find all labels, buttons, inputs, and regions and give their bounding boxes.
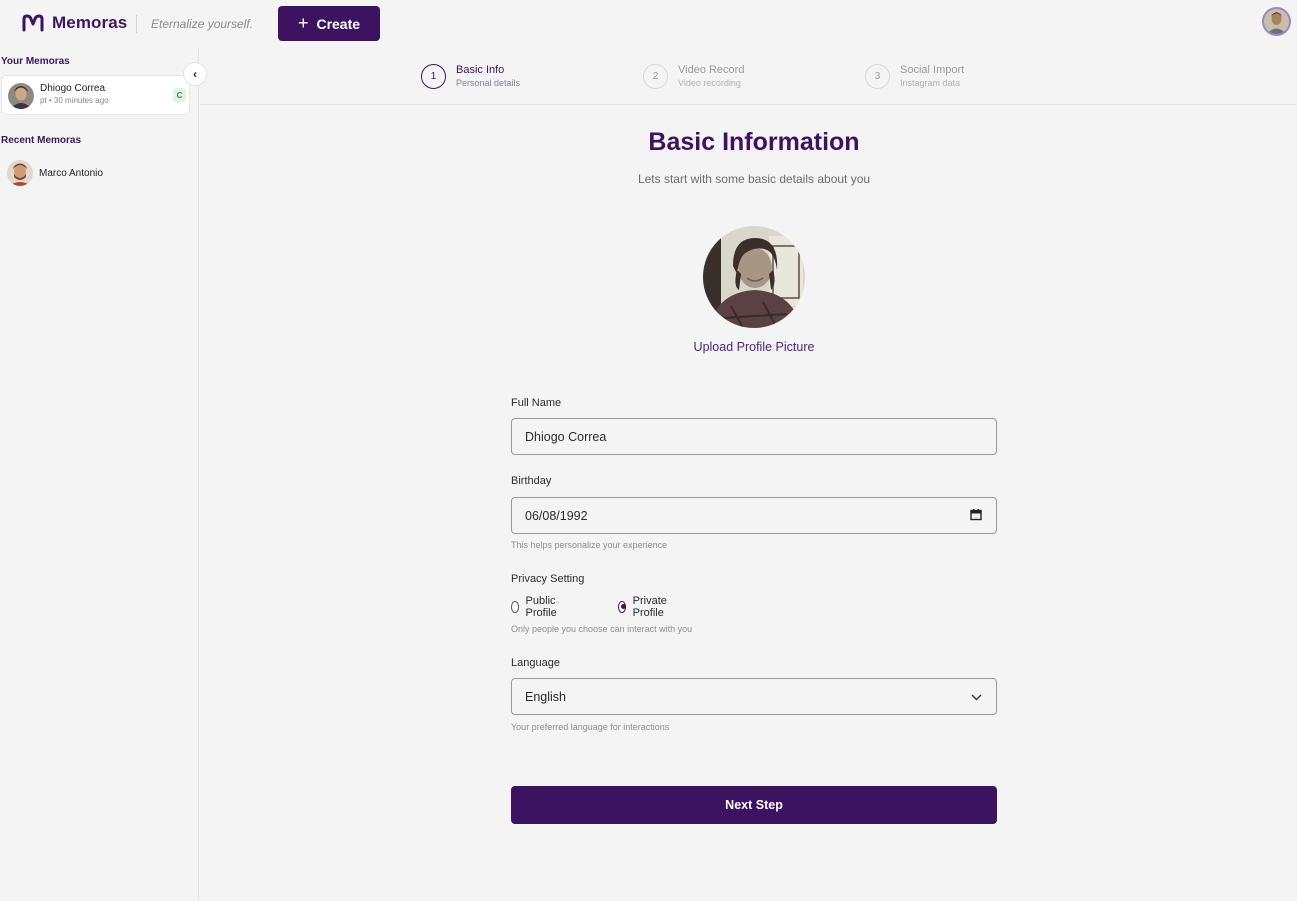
calendar-icon[interactable] — [970, 508, 982, 523]
full-name-label: Full Name — [511, 397, 562, 409]
full-name-input[interactable]: Dhiogo Correa — [511, 418, 997, 455]
avatar — [8, 83, 34, 109]
profile-picture[interactable] — [703, 226, 805, 328]
profile-picture-image — [703, 226, 805, 328]
sidebar: Your Memoras Dhiogo Correa pt • 30 minut… — [0, 48, 207, 901]
privacy-help: Only people you choose can interact with… — [511, 624, 693, 634]
upload-profile-picture-link[interactable]: Upload Profile Picture — [511, 340, 997, 354]
recent-memoras-heading: Recent Memoras — [1, 135, 82, 146]
radio-dot[interactable] — [511, 601, 519, 613]
birthday-help: This helps personalize your experience — [511, 540, 668, 550]
create-button-label: Create — [316, 15, 361, 32]
memora-name: Dhiogo Correa — [40, 83, 106, 94]
avatar — [7, 160, 33, 186]
create-button[interactable]: + Create — [278, 6, 380, 41]
chevron-left-icon: ‹ — [193, 67, 197, 81]
collapse-sidebar-button[interactable]: ‹ — [183, 62, 207, 86]
memora-card-dhiogo[interactable]: Dhiogo Correa pt • 30 minutes ago C — [1, 75, 190, 115]
radio-label: Public Profile — [525, 595, 557, 619]
step-subtitle: Video recording — [678, 78, 741, 88]
public-profile-radio[interactable]: Public Profile — [511, 595, 561, 619]
stepper: 1 Basic Info Personal details 2 Video Re… — [200, 48, 1297, 105]
plus-icon: + — [297, 13, 309, 33]
page-subtitle: Lets start with some basic details about… — [637, 172, 871, 186]
step-title: Basic Info — [456, 64, 505, 76]
status-badge: C — [173, 88, 186, 102]
tagline: Eternalize yourself. — [151, 17, 254, 31]
memoras-logo-icon[interactable] — [22, 14, 44, 32]
next-step-button[interactable]: Next Step — [511, 786, 997, 824]
language-help: Your preferred language for interactions — [511, 722, 670, 732]
memora-meta: pt • 30 minutes ago — [40, 96, 109, 105]
radio-dot[interactable] — [618, 601, 626, 613]
step-subtitle: Personal details — [456, 78, 521, 88]
step-title: Social Import — [900, 64, 965, 76]
private-profile-radio[interactable]: Private Profile — [618, 595, 671, 619]
brand-divider — [136, 15, 137, 33]
step-title: Video Record — [678, 64, 745, 76]
page-title: Basic Information — [648, 128, 860, 156]
birthday-label: Birthday — [511, 475, 552, 487]
full-name-value: Dhiogo Correa — [525, 429, 607, 444]
language-select[interactable]: English — [511, 678, 997, 715]
user-avatar[interactable] — [1262, 7, 1291, 36]
recent-item-name: Marco Antonio — [39, 168, 103, 179]
step-subtitle: Instagram data — [900, 78, 961, 88]
privacy-label: Privacy Setting — [511, 573, 585, 585]
step-number: 1 — [421, 64, 446, 89]
step-number: 2 — [643, 64, 668, 89]
language-label: Language — [511, 657, 560, 669]
step-number: 3 — [865, 64, 890, 89]
top-bar: Memoras Eternalize yourself. + Create — [0, 0, 1297, 48]
radio-label: Private Profile — [632, 595, 667, 619]
birthday-value: 06/08/1992 — [525, 508, 588, 523]
chevron-down-icon — [971, 690, 982, 704]
user-avatar-image — [1264, 9, 1289, 34]
recent-item-marco[interactable]: Marco Antonio — [6, 160, 196, 188]
brand-name[interactable]: Memoras — [52, 13, 127, 33]
birthday-input[interactable]: 06/08/1992 — [511, 497, 997, 534]
language-value: English — [525, 689, 566, 704]
your-memoras-heading: Your Memoras — [1, 56, 70, 67]
